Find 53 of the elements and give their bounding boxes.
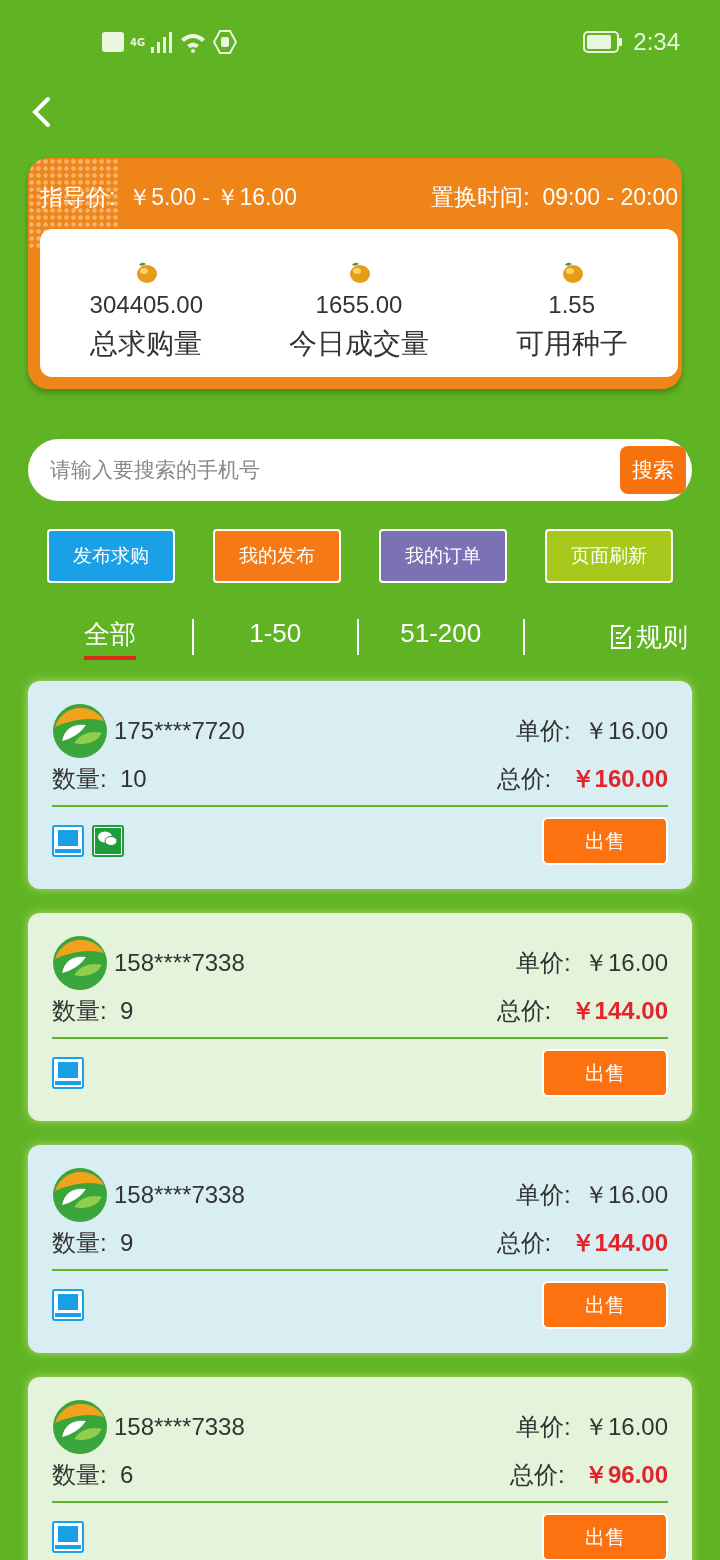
unit-price: 单价: ￥16.00 (515, 1412, 668, 1442)
exchange-time-label: 置换时间: 09:00 - 20:00 (431, 183, 678, 212)
leaf-logo-icon (52, 1399, 108, 1455)
phone-number: 158****7338 (114, 1181, 245, 1209)
stat-label: 可用种子 (515, 326, 628, 362)
signal-icon (151, 31, 174, 53)
stat-value: 1655.00 (315, 291, 403, 319)
search-field[interactable]: 请输入要搜索的手机号 搜索 (28, 439, 692, 501)
unit-price: 单价: ￥16.00 (515, 716, 668, 746)
unit-price: 单价: ￥16.00 (515, 1180, 668, 1210)
stat-label: 总求购量 (90, 326, 203, 362)
sell-button[interactable]: 出售 (542, 1049, 668, 1097)
status-time: 2:34 (633, 28, 680, 56)
action-button[interactable]: 我的发布 (213, 529, 341, 583)
action-button[interactable]: 我的订单 (379, 529, 507, 583)
total-price: ￥96.00 (583, 1460, 668, 1490)
action-button[interactable]: 发布求购 (47, 529, 175, 583)
leaf-logo-icon (52, 1167, 108, 1223)
quantity: 数量: 10 (52, 764, 147, 794)
total-label: 总价: (496, 1228, 553, 1258)
leaf-logo-icon (52, 703, 108, 759)
battery-icon (583, 31, 624, 53)
stat-label: 今日成交量 (289, 326, 429, 362)
phone-number: 175****7720 (114, 717, 245, 745)
phone-number: 158****7338 (114, 1413, 245, 1441)
sell-button[interactable]: 出售 (542, 1281, 668, 1329)
rules-link[interactable]: 规则 (524, 619, 692, 655)
unit-price: 单价: ￥16.00 (515, 948, 668, 978)
sell-button[interactable]: 出售 (542, 1513, 668, 1560)
network-label: 4G (130, 36, 146, 48)
action-button[interactable]: 页面刷新 (545, 529, 673, 583)
filter-tab[interactable]: 51-200 (359, 617, 523, 657)
quantity: 数量: 6 (52, 1460, 134, 1490)
total-price: ￥144.00 (570, 1228, 668, 1258)
total-label: 总价: (496, 996, 553, 1026)
total-label: 总价: (496, 764, 553, 794)
guide-price-label: 指导价: ￥5.00 - ￥16.00 (40, 183, 297, 212)
phone-number: 158****7338 (114, 949, 245, 977)
sell-button[interactable]: 出售 (542, 817, 668, 865)
stat-value: 1.55 (548, 291, 595, 319)
back-icon[interactable] (30, 96, 52, 128)
total-price: ￥160.00 (570, 764, 668, 794)
quantity: 数量: 9 (52, 1228, 134, 1258)
filter-tab[interactable]: 1-50 (193, 617, 357, 657)
search-button[interactable]: 搜索 (620, 446, 686, 494)
leaf-logo-icon (52, 935, 108, 991)
wifi-icon (179, 31, 208, 53)
total-price: ￥144.00 (570, 996, 668, 1026)
quantity: 数量: 9 (52, 996, 134, 1026)
total-label: 总价: (509, 1460, 566, 1490)
edit-icon (610, 624, 634, 650)
filter-tab[interactable]: 全部 (28, 617, 192, 657)
stat-value: 304405.00 (89, 291, 204, 319)
